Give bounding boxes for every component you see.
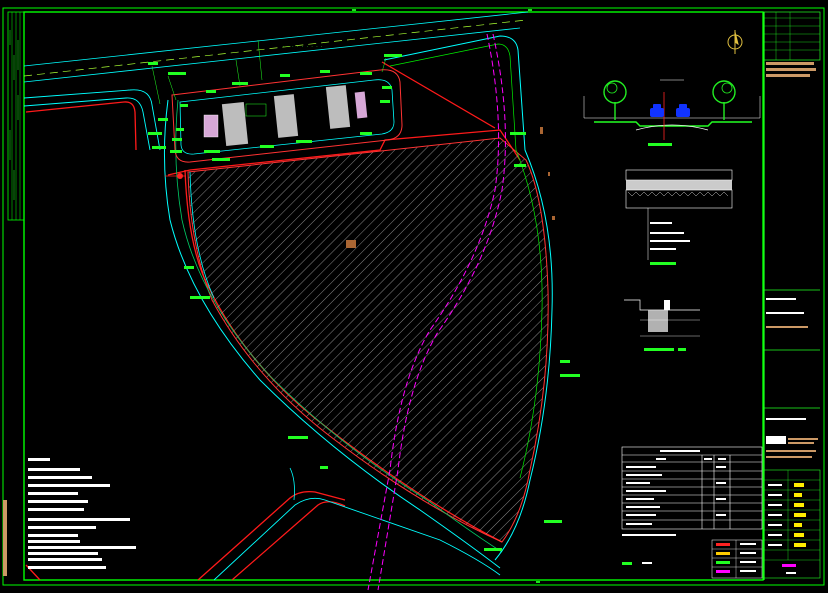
cad-drawing: · · · · · · · · ·: [0, 0, 828, 593]
svg-text:· · · · · · · · ·: · · · · · · · · ·: [282, 44, 323, 49]
margin-stamp: [3, 500, 7, 576]
